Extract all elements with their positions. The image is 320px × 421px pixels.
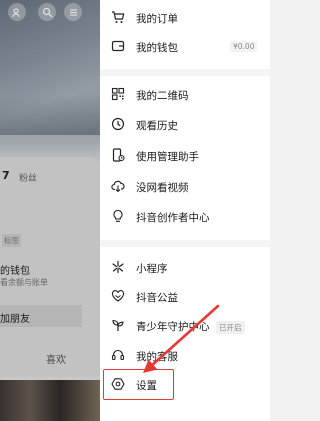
menu-label: 我的订单 bbox=[136, 12, 178, 25]
clock-icon bbox=[110, 116, 126, 132]
dim-overlay[interactable] bbox=[0, 0, 100, 421]
profile-background: 7 粉丝 标签 的钱包 看余额与账单 加朋友 喜欢 bbox=[0, 0, 100, 421]
wallet-balance: ¥0.00 bbox=[230, 41, 258, 52]
section-divider bbox=[100, 69, 270, 76]
wallet-icon bbox=[110, 38, 126, 54]
menu-label: 观看历史 bbox=[136, 119, 178, 132]
menu-item-qrcode[interactable]: 我的二维码 bbox=[100, 83, 270, 107]
heart-hands-icon bbox=[110, 288, 126, 304]
menu-label: 使用管理助手 bbox=[136, 150, 199, 163]
menu-item-mini-programs[interactable]: 小程序 bbox=[100, 256, 270, 280]
miniapp-icon bbox=[110, 259, 126, 275]
side-drawer-menu: 我的订单 我的钱包 ¥0.00 我的二维码 观看历史 使用管理助手 没网看视频 … bbox=[100, 0, 270, 421]
cloud-download-icon bbox=[110, 178, 126, 194]
menu-item-offline-video[interactable]: 没网看视频 bbox=[100, 175, 270, 199]
menu-label: 青少年守护中心 bbox=[136, 320, 210, 333]
menu-item-usage-manager[interactable]: 使用管理助手 bbox=[100, 144, 270, 168]
menu-item-history[interactable]: 观看历史 bbox=[100, 113, 270, 137]
section-divider bbox=[100, 240, 270, 247]
menu-item-orders[interactable]: 我的订单 bbox=[100, 6, 270, 30]
menu-item-customer-service[interactable]: 我的客服 bbox=[100, 344, 270, 368]
menu-label: 没网看视频 bbox=[136, 181, 189, 194]
qrcode-icon bbox=[110, 86, 126, 102]
menu-label: 我的客服 bbox=[136, 350, 178, 363]
menu-label: 我的二维码 bbox=[136, 89, 189, 102]
menu-label: 小程序 bbox=[136, 262, 168, 275]
bulb-icon bbox=[110, 208, 126, 224]
teen-mode-status-badge: 已开启 bbox=[216, 321, 245, 334]
settings-highlight-box bbox=[103, 369, 174, 400]
menu-item-creator-center[interactable]: 抖音创作者中心 bbox=[100, 205, 270, 229]
menu-label: 我的钱包 bbox=[136, 41, 178, 54]
menu-label: 抖音创作者中心 bbox=[136, 211, 210, 224]
menu-item-wallet[interactable]: 我的钱包 ¥0.00 bbox=[100, 35, 270, 59]
phone-timer-icon bbox=[110, 147, 126, 163]
menu-item-charity[interactable]: 抖音公益 bbox=[100, 285, 270, 309]
sprout-icon bbox=[110, 317, 126, 333]
cart-icon bbox=[110, 9, 126, 25]
menu-label: 抖音公益 bbox=[136, 291, 178, 304]
headset-icon bbox=[110, 347, 126, 363]
menu-item-teen-guardian[interactable]: 青少年守护中心 已开启 bbox=[100, 314, 270, 338]
